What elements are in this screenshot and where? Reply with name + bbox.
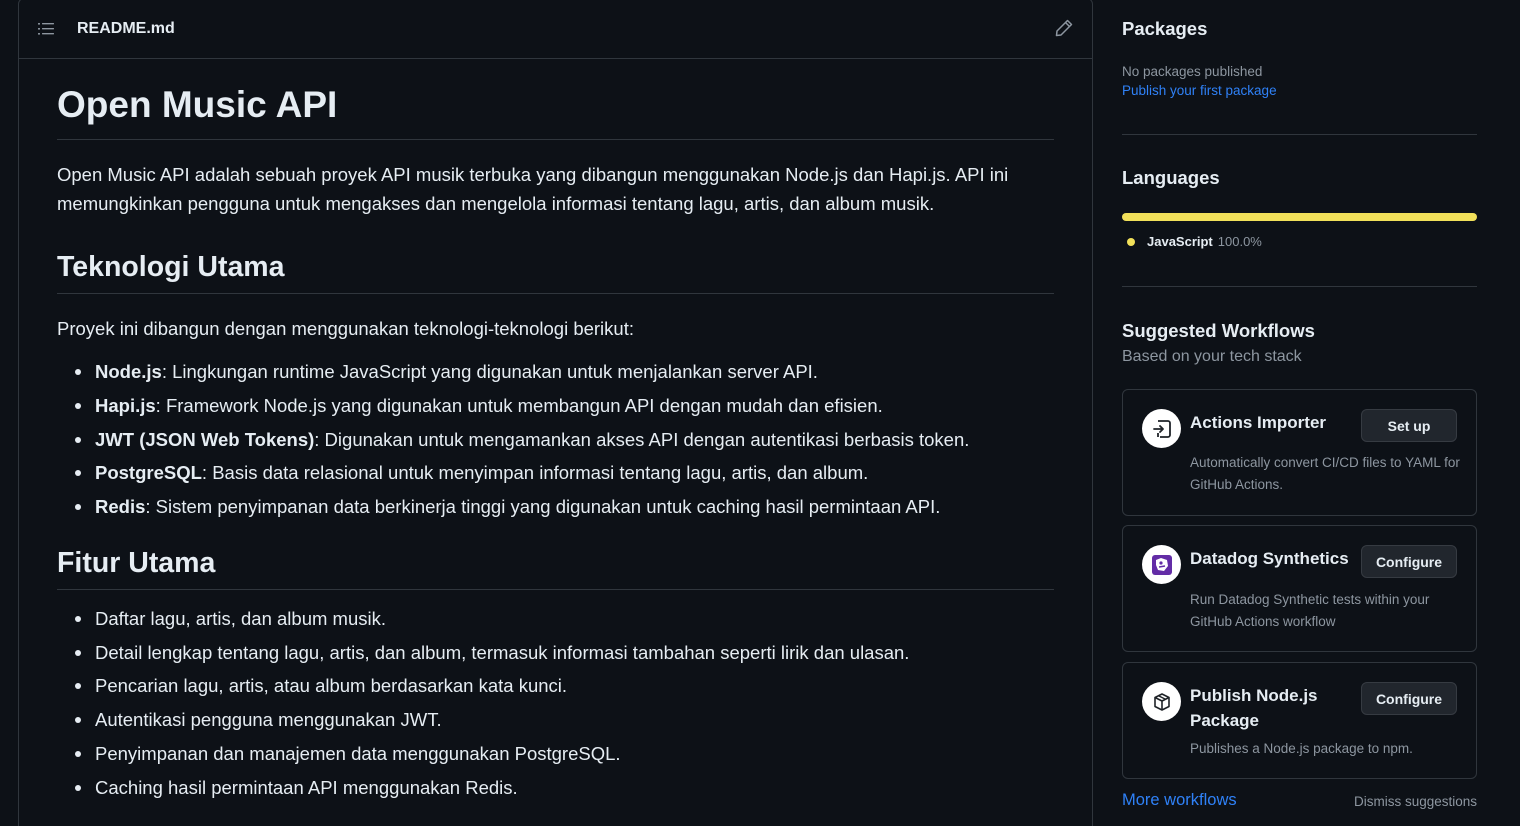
list-item: Penyimpanan dan manajemen data menggunak… <box>57 742 1054 766</box>
tech-desc: : Lingkungan runtime JavaScript yang dig… <box>161 361 818 383</box>
tech-desc: : Sistem penyimpanan data berkinerja tin… <box>145 496 941 518</box>
divider <box>1122 286 1477 287</box>
list-item: Redis: Sistem penyimpanan data berkinerj… <box>57 495 1054 519</box>
tech-intro: Proyek ini dibangun dengan menggunakan t… <box>57 318 634 340</box>
dismiss-suggestions-link[interactable]: Dismiss suggestions <box>1354 794 1477 809</box>
list-item: JWT (JSON Web Tokens): Digunakan untuk m… <box>57 428 1054 452</box>
readme-filename[interactable]: README.md <box>77 20 175 38</box>
heading-teknologi-utama: Teknologi Utama <box>57 250 1054 295</box>
list-item: PostgreSQL: Basis data relasional untuk … <box>57 461 1054 485</box>
workflow-card-actions-importer: Actions Importer Automatically convert C… <box>1122 389 1477 516</box>
workflow-card-publish-nodejs: Publish Node.js Package Publishes a Node… <box>1122 662 1477 779</box>
list-item: Detail lengkap tentang lagu, artis, dan … <box>57 641 1054 665</box>
language-item-javascript[interactable]: JavaScript 100.0% <box>1122 234 1477 249</box>
heading-fitur-utama: Fitur Utama <box>57 546 1054 590</box>
publish-package-link[interactable]: Publish your first package <box>1122 83 1477 98</box>
actions-importer-icon <box>1142 409 1181 448</box>
packages-heading[interactable]: Packages <box>1122 18 1477 40</box>
workflow-description: Run Datadog Synthetic tests within your … <box>1190 592 1430 629</box>
language-name: JavaScript <box>1147 234 1213 249</box>
tech-list: Node.js: Lingkungan runtime JavaScript y… <box>57 360 1054 519</box>
list-item: Hapi.js: Framework Node.js yang digunaka… <box>57 394 1054 418</box>
tech-desc: : Digunakan untuk mengamankan akses API … <box>314 428 970 450</box>
list-item: Autentikasi pengguna menggunakan JWT. <box>57 708 1054 732</box>
language-percent: 100.0% <box>1217 234 1262 249</box>
list-item: Pencarian lagu, artis, atau album berdas… <box>57 674 1054 698</box>
list-item: Node.js: Lingkungan runtime JavaScript y… <box>57 360 1054 384</box>
divider <box>1122 134 1477 135</box>
tech-desc: : Framework Node.js yang digunakan untuk… <box>155 394 883 416</box>
languages-section: Languages JavaScript 100.0% <box>1122 167 1477 249</box>
datadog-icon <box>1142 545 1181 584</box>
languages-heading[interactable]: Languages <box>1122 167 1477 189</box>
readme-intro: Open Music API adalah sebuah proyek API … <box>57 164 1009 215</box>
outline-list-icon[interactable] <box>37 20 55 38</box>
list-item: Caching hasil permintaan API menggunakan… <box>57 776 1054 800</box>
language-bar <box>1122 213 1477 221</box>
configure-workflow-button[interactable]: Configure <box>1361 682 1457 715</box>
readme-title-heading: Open Music API <box>57 83 1054 141</box>
readme-header: README.md <box>19 0 1092 59</box>
setup-workflow-button[interactable]: Set up <box>1361 409 1457 442</box>
workflow-title[interactable]: Datadog Synthetics <box>1190 546 1349 571</box>
workflows-subheading: Based on your tech stack <box>1122 348 1302 365</box>
tech-desc: : Basis data relasional untuk menyimpan … <box>201 462 869 484</box>
features-list: Daftar lagu, artis, dan album musik. Det… <box>57 607 1054 800</box>
workflow-card-datadog: Datadog Synthetics Run Datadog Synthetic… <box>1122 525 1477 652</box>
suggested-workflows-heading: Suggested Workflows <box>1122 320 1315 341</box>
tech-name: JWT (JSON Web Tokens) <box>95 428 315 450</box>
tech-name: Redis <box>95 496 146 518</box>
more-workflows-link[interactable]: More workflows <box>1122 791 1237 810</box>
no-packages-text: No packages published <box>1122 64 1263 79</box>
tech-name: Hapi.js <box>95 394 156 416</box>
workflow-title[interactable]: Publish Node.js Package <box>1190 683 1360 733</box>
javascript-color-dot <box>1127 237 1135 246</box>
workflow-description: Publishes a Node.js package to npm. <box>1190 741 1413 756</box>
readme-panel: README.md Open Music API Open Music API … <box>18 0 1093 826</box>
configure-workflow-button[interactable]: Configure <box>1361 545 1457 578</box>
workflow-title[interactable]: Actions Importer <box>1190 410 1326 435</box>
tech-name: Node.js <box>95 361 162 383</box>
packages-section: Packages No packages published Publish y… <box>1122 18 1477 98</box>
list-item: Daftar lagu, artis, dan album musik. <box>57 607 1054 631</box>
pencil-icon[interactable] <box>1054 18 1074 38</box>
package-icon <box>1142 682 1181 721</box>
readme-body: Open Music API Open Music API adalah seb… <box>19 59 1092 800</box>
workflow-description: Automatically convert CI/CD files to YAM… <box>1190 455 1460 492</box>
tech-name: PostgreSQL <box>95 462 202 484</box>
